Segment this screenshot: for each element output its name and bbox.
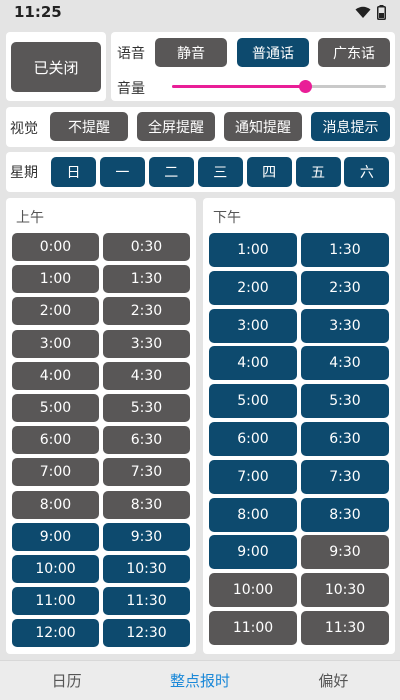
voice-option-mute[interactable]: 静音 [155,38,227,67]
weekday-button-1[interactable]: 一 [99,157,145,187]
morning-slot-8-00[interactable]: 8:00 [12,490,99,519]
morning-slot-3-30[interactable]: 3:30 [103,329,190,358]
volume-label: 音量 [117,81,145,97]
afternoon-slot-5-30[interactable]: 5:30 [301,384,389,419]
morning-slot-7-30[interactable]: 7:30 [103,458,190,487]
weekday-button-6[interactable]: 六 [344,157,390,187]
afternoon-slot-2-00[interactable]: 2:00 [209,270,297,305]
morning-slot-2-00[interactable]: 2:00 [12,297,99,326]
afternoon-slot-11-00[interactable]: 11:00 [209,611,297,645]
afternoon-slot-1-30[interactable]: 1:30 [301,233,389,267]
afternoon-slot-6-30[interactable]: 6:30 [301,422,389,456]
visual-label: 视觉 [10,121,38,137]
week-label: 星期 [10,165,38,181]
afternoon-slot-2-30[interactable]: 2:30 [301,270,389,305]
voice-option-mandarin[interactable]: 普通话 [237,38,309,67]
morning-slot-5-30[interactable]: 5:30 [103,394,190,422]
morning-slot-9-30[interactable]: 9:30 [103,522,190,551]
weekday-button-3[interactable]: 三 [197,157,243,187]
weekday-button-2[interactable]: 二 [148,157,194,187]
afternoon-slot-8-00[interactable]: 8:00 [209,497,297,532]
volume-slider-fill [172,85,305,88]
morning-slot-10-30[interactable]: 10:30 [103,555,190,583]
morning-slot-12-00[interactable]: 12:00 [12,619,99,648]
battery-icon [377,5,386,20]
status-icons [355,5,386,20]
morning-slot-1-00[interactable]: 1:00 [12,265,99,294]
volume-slider[interactable] [172,80,386,93]
morning-slot-4-30[interactable]: 4:30 [103,361,190,390]
morning-slot-0-00[interactable]: 0:00 [12,233,99,261]
morning-slot-6-00[interactable]: 6:00 [12,426,99,455]
visual-option-none[interactable]: 不提醒 [50,112,128,141]
morning-slot-6-30[interactable]: 6:30 [103,426,190,455]
afternoon-slot-10-30[interactable]: 10:30 [301,573,389,608]
afternoon-slot-7-00[interactable]: 7:00 [209,459,297,494]
voice-option-cantonese[interactable]: 广东话 [318,38,390,67]
weekday-button-5[interactable]: 五 [295,157,341,187]
afternoon-slot-3-30[interactable]: 3:30 [301,308,389,343]
visual-option-fullscreen[interactable]: 全屏提醒 [137,112,215,141]
tab-hourly-chime[interactable]: 整点报时 [133,661,266,700]
afternoon-slot-10-00[interactable]: 10:00 [209,573,297,608]
afternoon-slot-11-30[interactable]: 11:30 [301,611,389,645]
weekday-button-0[interactable]: 日 [51,157,96,187]
bottom-tab-bar: 日历 整点报时 偏好 [0,660,400,700]
morning-slot-2-30[interactable]: 2:30 [103,297,190,326]
voice-label: 语音 [117,46,145,62]
weekday-button-4[interactable]: 四 [246,157,292,187]
afternoon-title: 下午 [213,210,241,226]
morning-slot-8-30[interactable]: 8:30 [103,490,190,519]
tab-preferences[interactable]: 偏好 [267,661,400,700]
volume-slider-thumb[interactable] [298,80,312,93]
morning-slot-5-00[interactable]: 5:00 [12,394,99,422]
morning-slot-10-00[interactable]: 10:00 [12,555,99,583]
afternoon-slot-4-30[interactable]: 4:30 [301,346,389,381]
status-bar: 11:25 [0,0,400,26]
morning-slot-3-00[interactable]: 3:00 [12,329,99,358]
morning-slot-7-00[interactable]: 7:00 [12,458,99,487]
visual-option-message[interactable]: 消息提示 [311,112,390,141]
afternoon-slot-9-00[interactable]: 9:00 [209,535,297,570]
morning-slot-11-30[interactable]: 11:30 [103,587,190,616]
afternoon-slot-4-00[interactable]: 4:00 [209,346,297,381]
morning-slot-12-30[interactable]: 12:30 [103,619,190,648]
morning-slot-1-30[interactable]: 1:30 [103,265,190,294]
afternoon-slot-3-00[interactable]: 3:00 [209,308,297,343]
afternoon-slot-1-00[interactable]: 1:00 [209,233,297,267]
tab-calendar[interactable]: 日历 [0,661,133,700]
power-toggle-button[interactable]: 已关闭 [11,42,101,92]
afternoon-slot-8-30[interactable]: 8:30 [301,497,389,532]
morning-slot-4-00[interactable]: 4:00 [12,361,99,390]
wifi-icon [355,6,371,18]
morning-slot-9-00[interactable]: 9:00 [12,522,99,551]
afternoon-slot-9-30[interactable]: 9:30 [301,535,389,570]
afternoon-slot-5-00[interactable]: 5:00 [209,384,297,419]
morning-slot-0-30[interactable]: 0:30 [103,233,190,261]
afternoon-slot-6-00[interactable]: 6:00 [209,422,297,456]
status-time: 11:25 [14,3,62,21]
morning-title: 上午 [16,210,44,226]
afternoon-slot-7-30[interactable]: 7:30 [301,459,389,494]
morning-slot-11-00[interactable]: 11:00 [12,587,99,616]
visual-option-notification[interactable]: 通知提醒 [224,112,302,141]
